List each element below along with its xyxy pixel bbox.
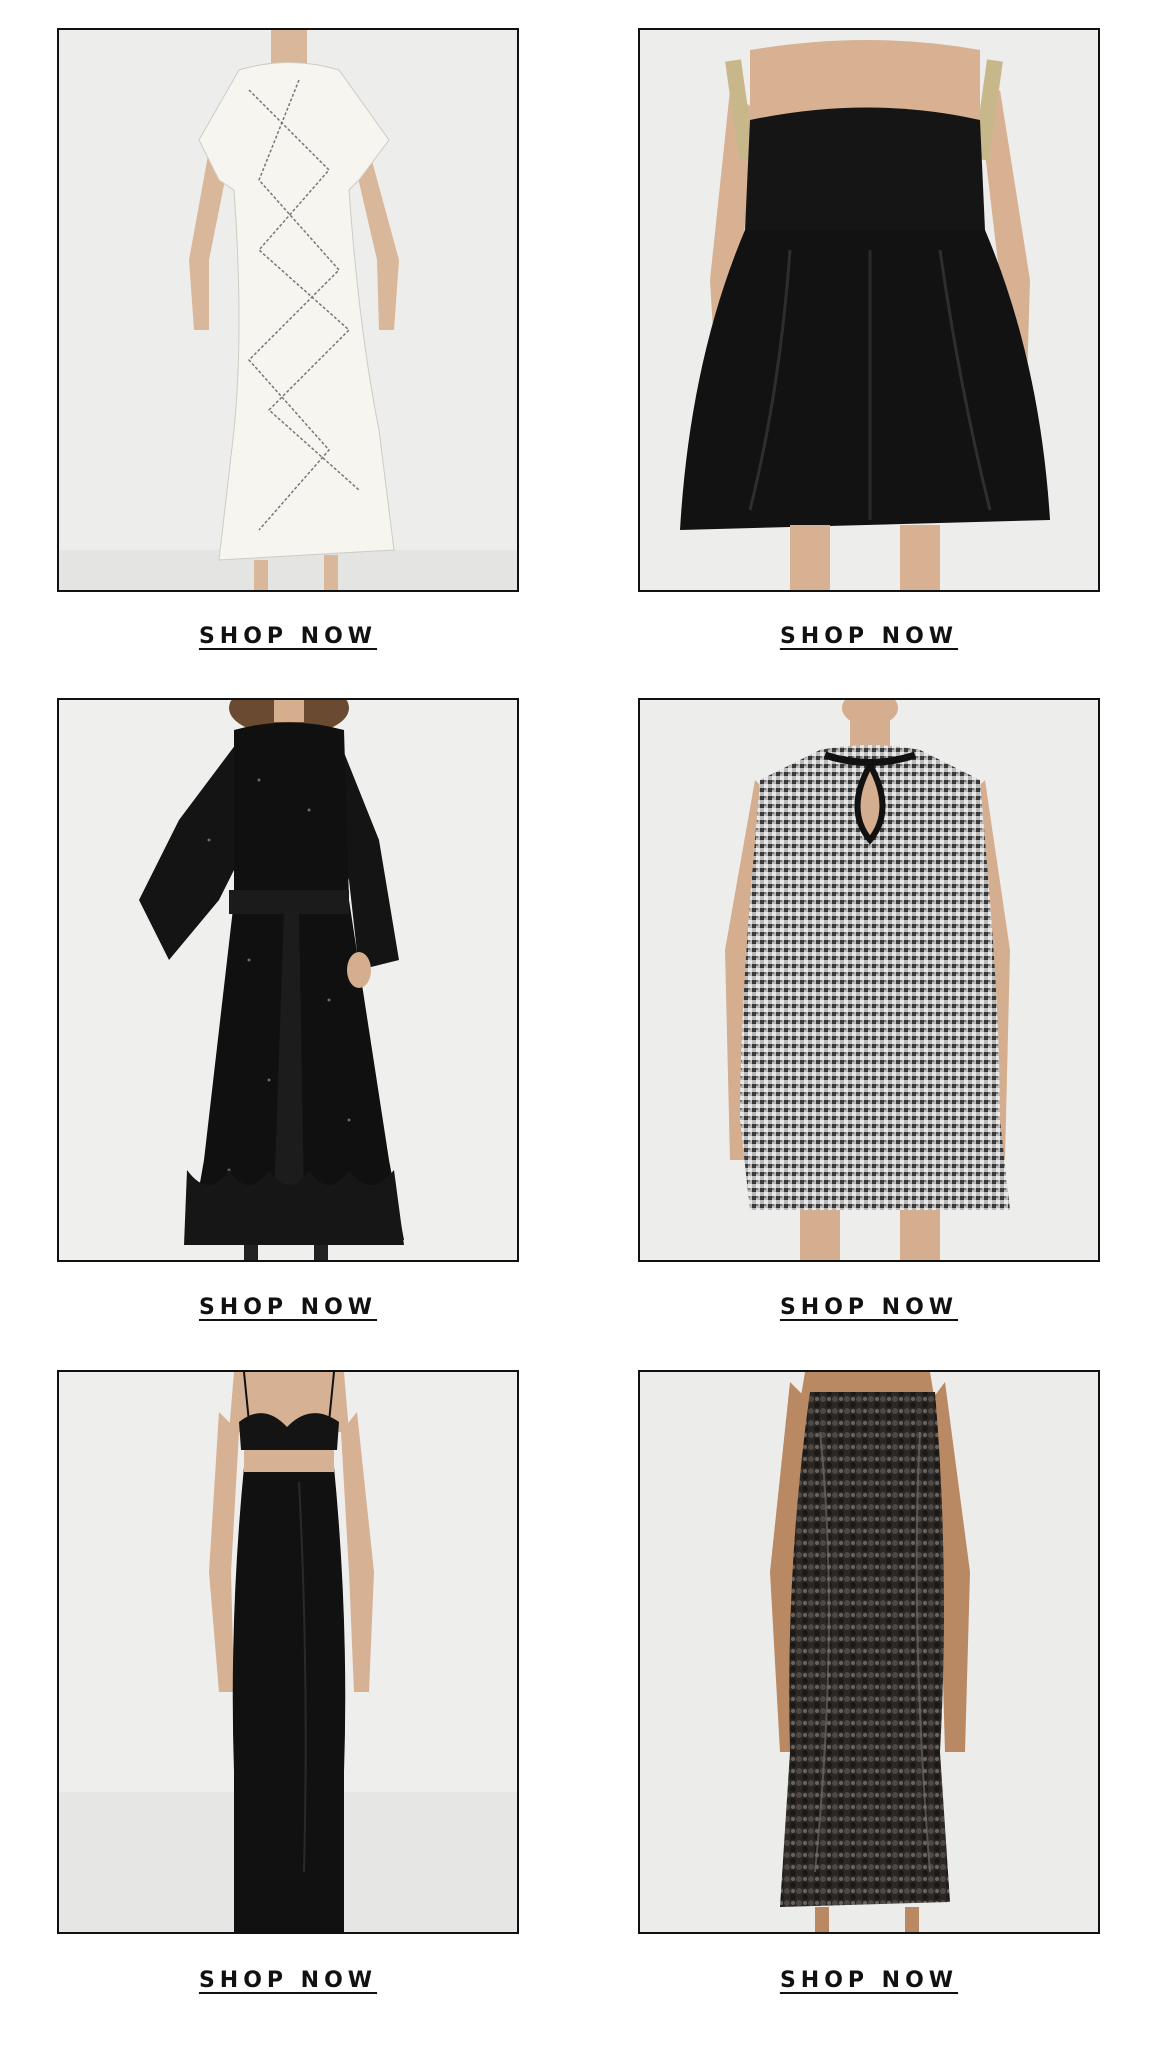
product-image-2[interactable] [638, 28, 1100, 592]
shop-now-link[interactable]: SHOP NOW [57, 1968, 519, 1993]
shop-now-link[interactable]: SHOP NOW [638, 1295, 1100, 1320]
black-slip-maxi-dress-photo [59, 1372, 517, 1932]
black-sequin-dress-photo [640, 1372, 1098, 1932]
product-image-5[interactable] [57, 1370, 519, 1934]
product-image-1[interactable] [57, 28, 519, 592]
white-printed-dress-photo [59, 30, 517, 590]
tweed-mini-dress-photo [640, 700, 1098, 1260]
shop-now-link[interactable]: SHOP NOW [57, 624, 519, 649]
shop-now-link[interactable]: SHOP NOW [638, 1968, 1100, 1993]
black-satin-mini-dress-photo [640, 30, 1098, 590]
product-image-3[interactable] [57, 698, 519, 1262]
black-velvet-dress-photo [59, 700, 517, 1260]
product-image-4[interactable] [638, 698, 1100, 1262]
product-image-6[interactable] [638, 1370, 1100, 1934]
shop-now-link[interactable]: SHOP NOW [638, 624, 1100, 649]
shop-now-link[interactable]: SHOP NOW [57, 1295, 519, 1320]
